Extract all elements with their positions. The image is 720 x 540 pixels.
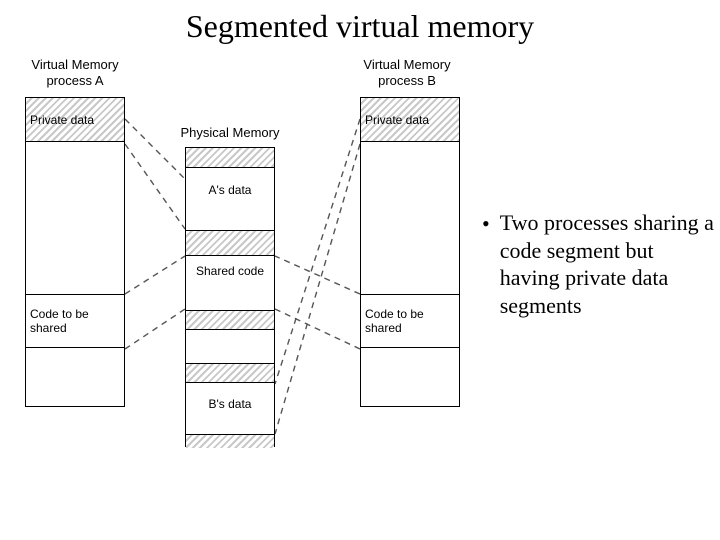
- seg-label: Code to be shared: [365, 307, 455, 335]
- seg-b-shared-code: Code to be shared: [361, 294, 459, 348]
- diagram: Virtual Memoryprocess A Physical Memory …: [0, 49, 720, 529]
- pm-b-data: B's data: [186, 395, 274, 415]
- label-process-b: Virtual Memoryprocess B: [352, 57, 462, 88]
- label-physical-memory: Physical Memory: [170, 125, 290, 141]
- slide-title: Segmented virtual memory: [0, 0, 720, 49]
- bullet-text: Two processes sharing a code segment but…: [500, 209, 717, 319]
- pm-slot-top: [186, 148, 274, 168]
- virtual-memory-b: Private data Code to be shared: [360, 97, 460, 407]
- seg-label: Code to be shared: [30, 307, 120, 335]
- seg-label: Private data: [365, 113, 429, 127]
- seg-label: Private data: [30, 113, 94, 127]
- pm-slot-bottom: [186, 434, 274, 448]
- seg-a-shared-code: Code to be shared: [26, 294, 124, 348]
- pm-a-data: A's data: [186, 181, 274, 201]
- pm-slot-3: [186, 363, 274, 383]
- bullet-point: • Two processes sharing a code segment b…: [482, 209, 717, 319]
- label-process-a: Virtual Memoryprocess A: [20, 57, 130, 88]
- virtual-memory-a: Private data Code to be shared: [25, 97, 125, 407]
- pm-slot-2: [186, 310, 274, 330]
- seg-a-private-data: Private data: [26, 98, 124, 142]
- pm-slot-1: [186, 230, 274, 256]
- seg-b-private-data: Private data: [361, 98, 459, 142]
- bullet-dot-icon: •: [482, 209, 490, 235]
- physical-memory: A's data Shared code B's data: [185, 147, 275, 447]
- pm-shared-code: Shared code: [186, 262, 274, 282]
